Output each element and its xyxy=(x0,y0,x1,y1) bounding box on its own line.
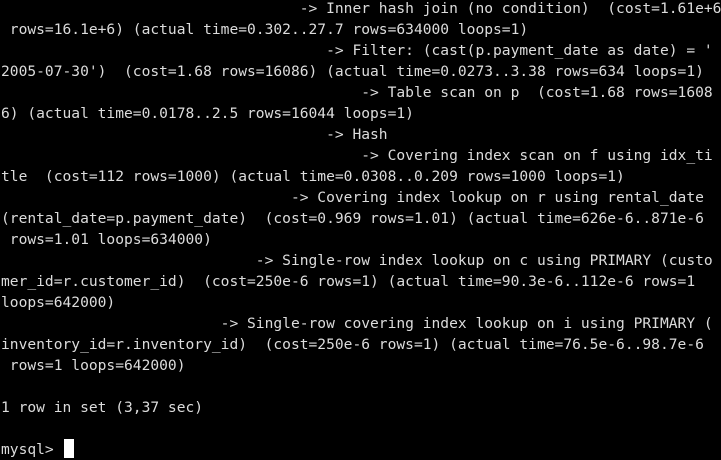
output-line: rows=1 loops=642000) xyxy=(1,357,186,374)
output-line: inventory_id=r.inventory_id) (cost=250e-… xyxy=(1,336,704,353)
output-line: -> Table scan on p (cost=1.68 rows=1608 xyxy=(1,84,713,101)
output-line: rows=1.01 loops=634000) xyxy=(1,231,212,248)
output-line: rows=16.1e+6) (actual time=0.302..27.7 r… xyxy=(1,21,529,38)
text-cursor xyxy=(64,439,74,458)
output-line: 2005-07-30') (cost=1.68 rows=16086) (act… xyxy=(1,63,704,80)
output-line: -> Inner hash join (no condition) (cost=… xyxy=(1,0,721,17)
output-line: -> Hash xyxy=(1,126,388,143)
output-line: loops=642000) xyxy=(1,294,116,311)
output-line: mer_id=r.customer_id) (cost=250e-6 rows=… xyxy=(1,273,696,290)
output-line: -> Filter: (cast(p.payment_date as date)… xyxy=(1,42,713,59)
output-line: -> Covering index lookup on r using rent… xyxy=(1,189,704,206)
output-line: -> Covering index scan on f using idx_ti xyxy=(1,147,713,164)
output-line: -> Single-row index lookup on c using PR… xyxy=(1,252,713,269)
result-summary: 1 row in set (3,37 sec) xyxy=(1,399,204,416)
terminal-window[interactable]: -> Inner hash join (no condition) (cost=… xyxy=(0,0,721,460)
output-line: (rental_date=p.payment_date) (cost=0.969… xyxy=(1,210,704,227)
mysql-prompt[interactable]: mysql> xyxy=(1,439,63,460)
output-line: -> Single-row covering index lookup on i… xyxy=(1,315,713,332)
output-line: 6) (actual time=0.0178..2.5 rows=16044 l… xyxy=(1,105,414,122)
output-line: tle (cost=112 rows=1000) (actual time=0.… xyxy=(1,168,625,185)
